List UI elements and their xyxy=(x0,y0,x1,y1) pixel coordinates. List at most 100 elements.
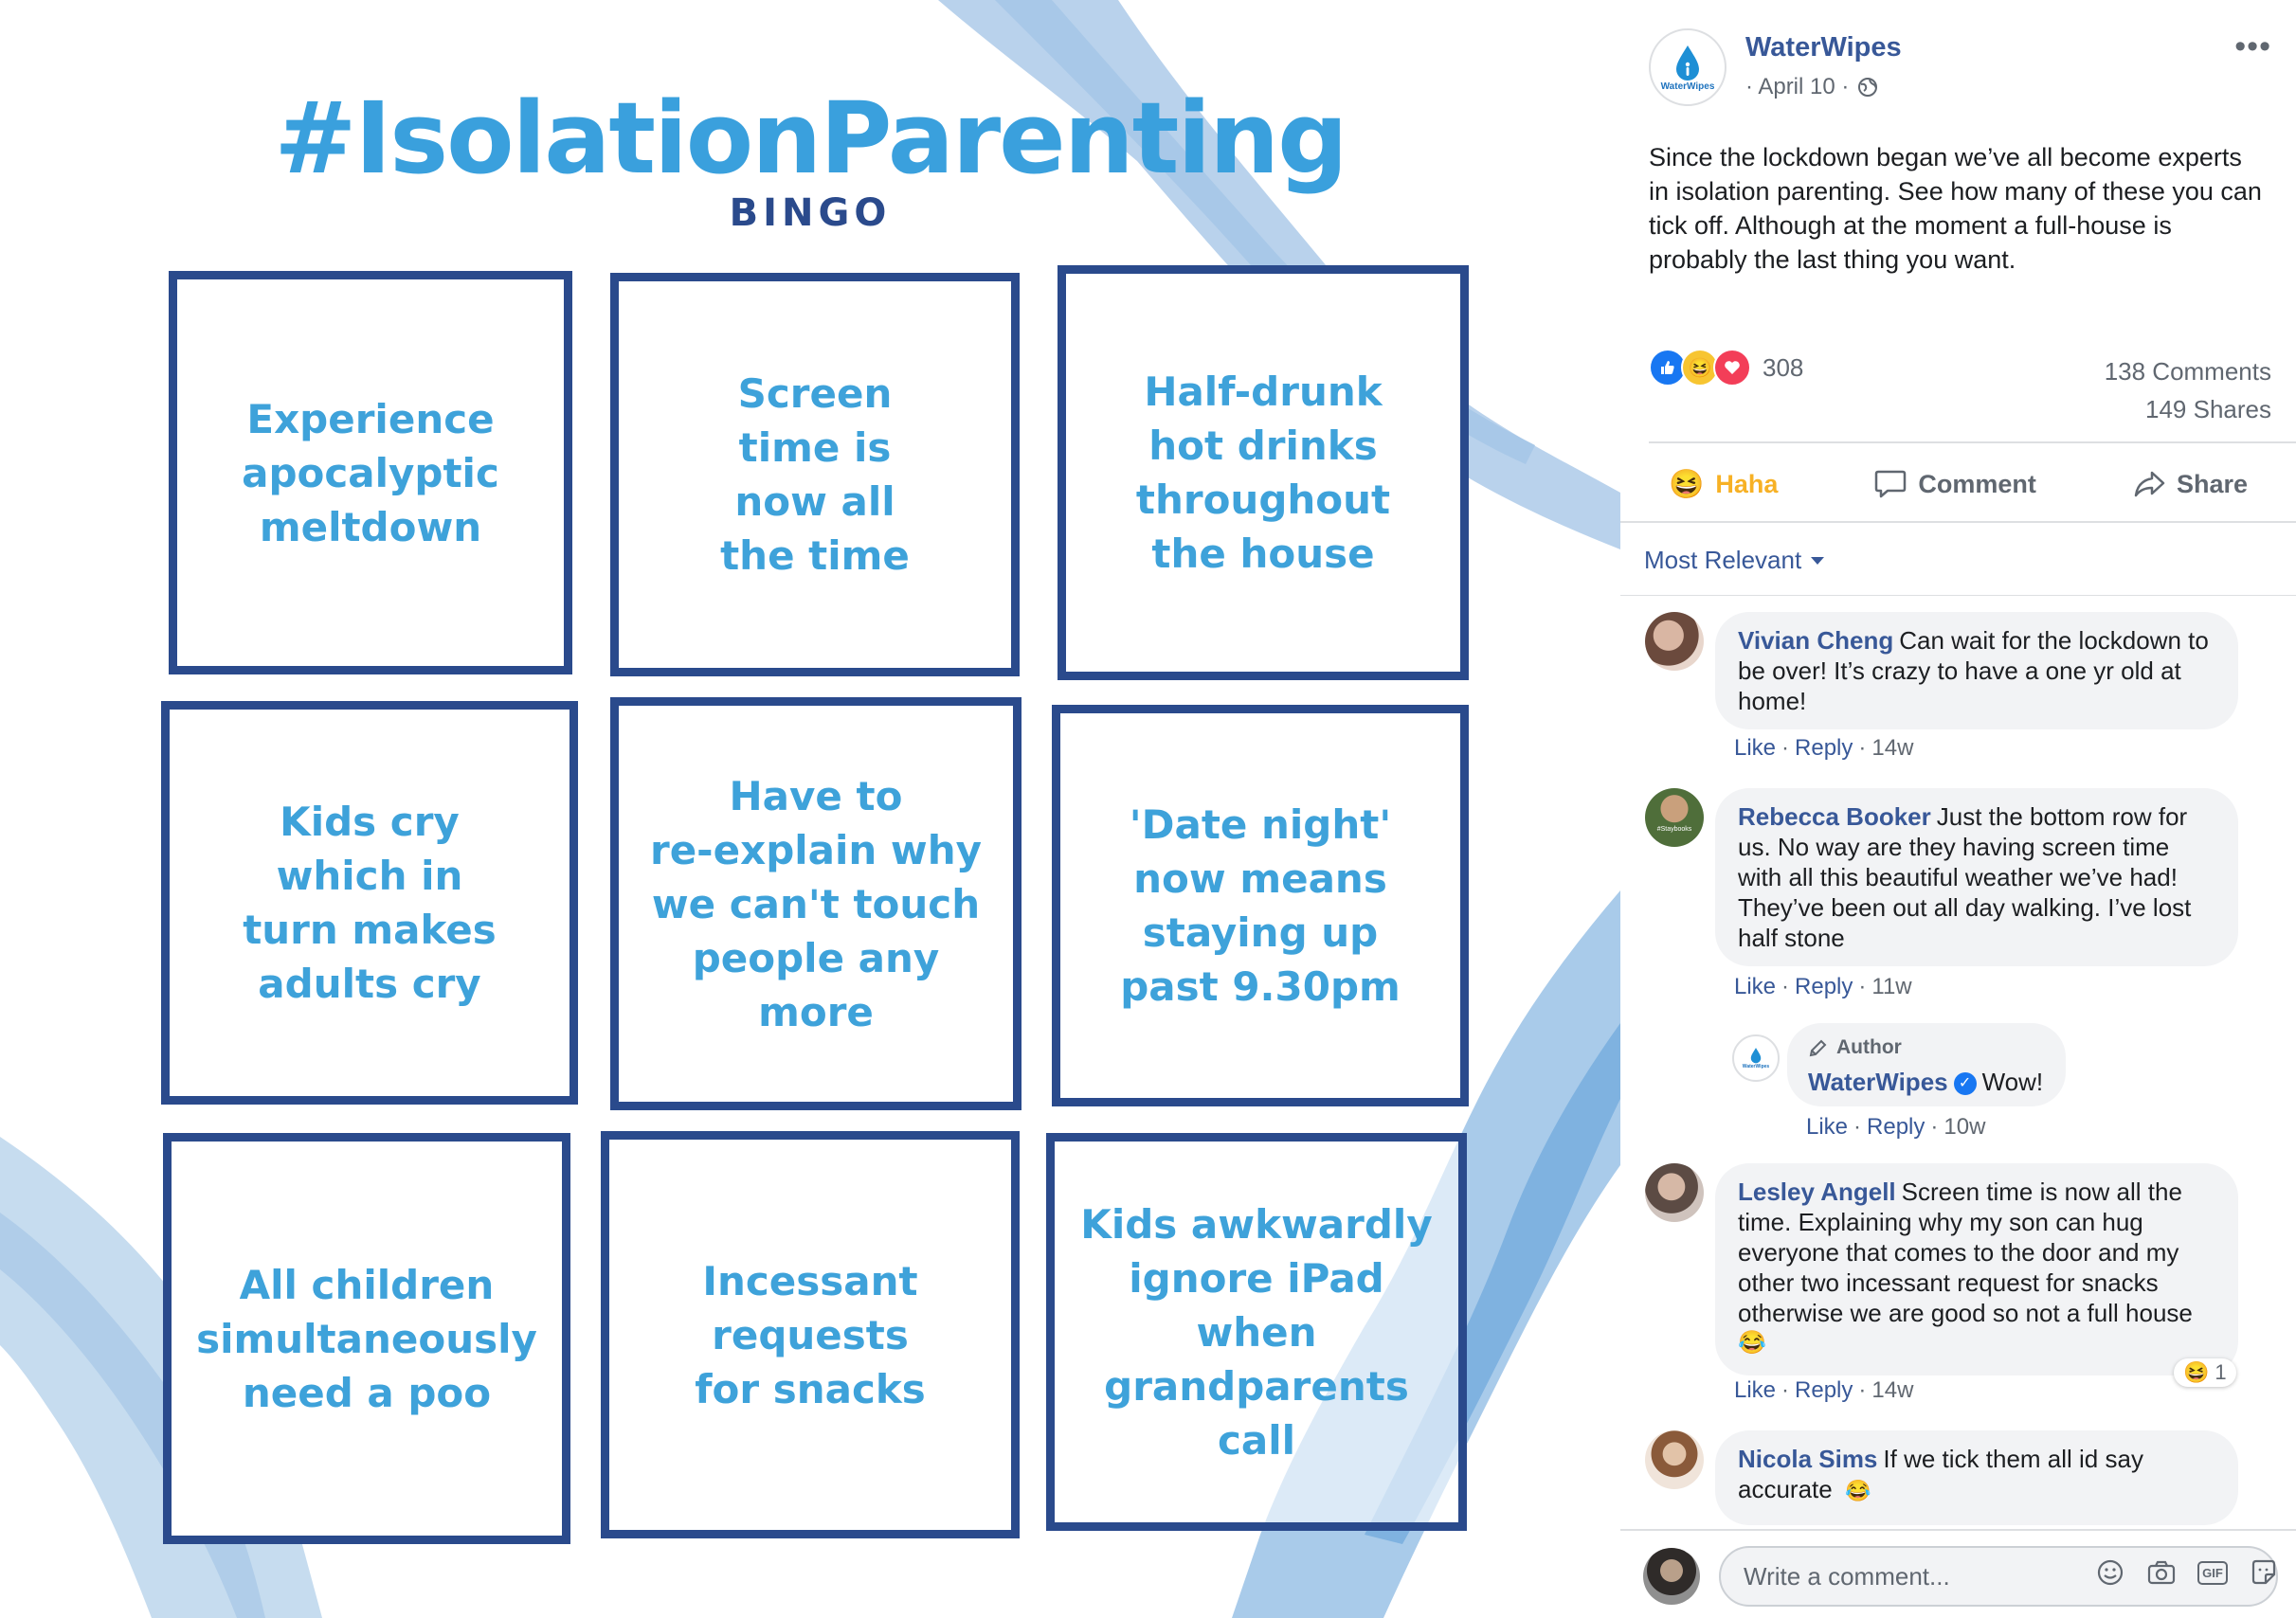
bingo-tile-text: 'Date night' now means staying up past 9… xyxy=(1120,801,1401,1010)
commenter-name[interactable]: Nicola Sims xyxy=(1738,1445,1877,1473)
post-text: Since the lockdown began we’ve all becom… xyxy=(1649,143,2262,274)
share-icon xyxy=(2134,471,2165,497)
post-image[interactable]: #IsolationParenting BINGO Experience apo… xyxy=(0,0,1620,1618)
bingo-tile-text: All children simultaneously need a poo xyxy=(196,1261,537,1416)
love-reaction-icon xyxy=(1713,349,1751,387)
bingo-tile: 'Date night' now means staying up past 9… xyxy=(1052,705,1469,1106)
haha-label: Haha xyxy=(1715,469,1779,498)
reply-link[interactable]: Reply xyxy=(1867,1114,1925,1140)
shares-count-link[interactable]: 149 Shares xyxy=(2105,390,2271,428)
avatar-badge-text: #Staybooks xyxy=(1656,826,1692,833)
like-link[interactable]: Like xyxy=(1734,735,1776,761)
post-stats: 138 Comments 149 Shares xyxy=(2105,352,2271,428)
comments-count-link[interactable]: 138 Comments xyxy=(2105,352,2271,390)
author-label: Author xyxy=(1836,1036,1902,1058)
page-avatar[interactable]: WaterWipes xyxy=(1649,28,1727,106)
haha-icon: 😆 xyxy=(1669,468,1705,500)
comment-actions: Like · Reply · 14w xyxy=(1734,1377,1914,1403)
reply-link[interactable]: Reply xyxy=(1795,974,1853,999)
comment-bubble: Author WaterWipes ✓ Wow! xyxy=(1787,1023,2066,1106)
share-label: Share xyxy=(2176,469,2248,498)
avatar[interactable] xyxy=(1645,1430,1704,1489)
bingo-tile-text: Half-drunk hot drinks throughout the hou… xyxy=(1135,369,1391,577)
bingo-tile-text: Kids awkwardly ignore iPad when grandpar… xyxy=(1080,1200,1433,1464)
reply-link[interactable]: Reply xyxy=(1795,735,1853,761)
globe-icon xyxy=(1858,78,1878,97)
bingo-tile: All children simultaneously need a poo xyxy=(163,1133,570,1544)
comment-composer: Write a comment... GIF xyxy=(1620,1529,2296,1618)
water-drop-icon xyxy=(1676,45,1699,81)
comment-actions: Like · Reply · 11w xyxy=(1734,974,1912,999)
avatar[interactable]: #Staybooks xyxy=(1645,788,1704,847)
commenter-name[interactable]: Lesley Angell xyxy=(1738,1178,1896,1206)
laughing-emoji-icon: 😂 xyxy=(1738,1330,1766,1356)
haha-reaction-icon: 😆 xyxy=(2183,1360,2210,1384)
gif-label: GIF xyxy=(2197,1560,2228,1585)
haha-button[interactable]: 😆 Haha xyxy=(1669,468,1778,501)
like-link[interactable]: Like xyxy=(1734,1377,1776,1403)
comment-time[interactable]: 10w xyxy=(1943,1114,1985,1140)
divider xyxy=(1620,521,2296,523)
comment-time[interactable]: 14w xyxy=(1871,735,1913,761)
comment-bubble: Rebecca Booker Just the bottom row for us… xyxy=(1715,788,2238,966)
comment-text: Wow! xyxy=(1981,1068,2044,1096)
bingo-tile: Incessant requests for snacks xyxy=(601,1131,1020,1538)
composer-tools: GIF xyxy=(2095,1557,2279,1588)
comment-icon xyxy=(1875,470,1907,498)
reaction-summary[interactable]: 😆 308 xyxy=(1649,349,1803,387)
camera-icon[interactable] xyxy=(2146,1557,2177,1588)
like-link[interactable]: Like xyxy=(1734,974,1776,999)
reaction-count: 308 xyxy=(1763,352,1804,382)
bingo-tile: Kids cry which in turn makes adults cry xyxy=(161,701,578,1105)
laughing-emoji-icon: 😂 xyxy=(1844,1479,1871,1502)
share-button[interactable]: Share xyxy=(2133,470,2248,499)
divider xyxy=(1620,595,2296,596)
bingo-tile-text: Have to re-explain why we can't touch pe… xyxy=(649,772,982,1035)
bingo-tile: Have to re-explain why we can't touch pe… xyxy=(610,697,1021,1110)
commenter-name[interactable]: WaterWipes xyxy=(1808,1068,1948,1096)
bingo-title: #IsolationParenting xyxy=(274,81,1347,196)
comment-reaction-count: 1 xyxy=(2215,1360,2227,1384)
reply-link[interactable]: Reply xyxy=(1795,1377,1853,1403)
pencil-icon xyxy=(1809,1039,1827,1057)
more-options-icon[interactable]: ••• xyxy=(2234,28,2271,65)
avatar[interactable]: WaterWipes xyxy=(1732,1034,1780,1082)
comment-time[interactable]: 11w xyxy=(1871,974,1911,999)
comment-label: Comment xyxy=(1918,469,2036,498)
post-meta: · April 10 · xyxy=(1745,74,1879,100)
comment-bubble: Vivian Cheng Can wait for the lockdown to… xyxy=(1715,612,2238,729)
my-avatar[interactable] xyxy=(1643,1548,1700,1605)
logo-text: WaterWipes xyxy=(1660,81,1715,92)
comment-reaction[interactable]: 😆 1 xyxy=(2174,1358,2236,1387)
avatar[interactable] xyxy=(1645,1163,1704,1222)
comment-sort-dropdown[interactable]: Most Relevant xyxy=(1644,546,1825,575)
commenter-name[interactable]: Rebecca Booker xyxy=(1738,802,1931,831)
bingo-tile: Half-drunk hot drinks throughout the hou… xyxy=(1058,265,1469,680)
bingo-tile-text: Incessant requests for snacks xyxy=(695,1257,926,1412)
bingo-tile-text: Experience apocalyptic meltdown xyxy=(242,395,499,550)
gif-icon[interactable]: GIF xyxy=(2197,1557,2228,1588)
post-date[interactable]: · April 10 · xyxy=(1745,74,1849,100)
emoji-icon[interactable] xyxy=(2095,1557,2125,1588)
divider xyxy=(1649,441,2296,443)
comment-button[interactable]: Comment xyxy=(1874,469,2036,499)
bingo-tile-text: Kids cry which in turn makes adults cry xyxy=(243,799,497,1007)
bingo-tile: Experience apocalyptic meltdown xyxy=(169,271,572,674)
commenter-name[interactable]: Vivian Cheng xyxy=(1738,626,1893,655)
author-badge: Author xyxy=(1808,1033,2045,1063)
like-link[interactable]: Like xyxy=(1806,1114,1848,1140)
bingo-tile: Screen time is now all the time xyxy=(610,273,1020,676)
post-actions: 😆 Haha Comment Share xyxy=(1620,455,2296,513)
water-drop-icon xyxy=(1750,1048,1762,1064)
comment-time[interactable]: 14w xyxy=(1871,1377,1913,1403)
verified-icon: ✓ xyxy=(1953,1072,1977,1096)
bingo-subtitle: BINGO xyxy=(729,191,892,235)
bingo-tile-text: Screen time is now all the time xyxy=(720,370,910,579)
avatar[interactable] xyxy=(1645,612,1704,671)
sort-label: Most Relevant xyxy=(1644,546,1802,574)
page-name-link[interactable]: WaterWipes xyxy=(1745,32,1902,63)
sticker-icon[interactable] xyxy=(2249,1557,2279,1588)
comment-bubble: Nicola Sims If we tick them all id say ac… xyxy=(1715,1430,2238,1525)
chevron-down-icon xyxy=(1811,556,1825,565)
bingo-tile: Kids awkwardly ignore iPad when grandpar… xyxy=(1046,1133,1467,1531)
